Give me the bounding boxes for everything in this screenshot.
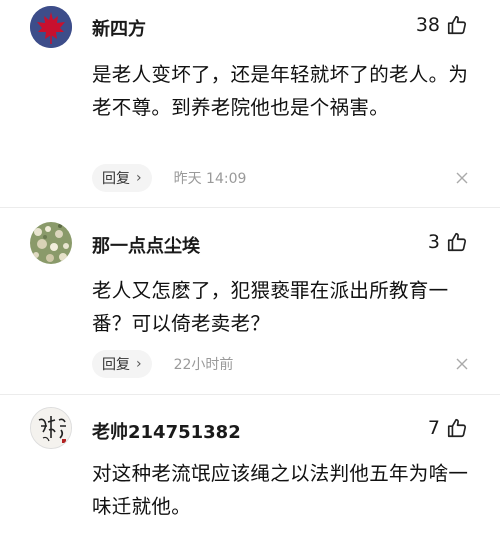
thumbs-up-icon <box>447 418 467 438</box>
close-icon[interactable] <box>456 172 468 184</box>
chevron-right-icon: › <box>136 356 142 372</box>
comment-text: 是老人变坏了，还是年轻就坏了的老人。为老不尊。到养老院他也是个祸害。 <box>92 63 469 119</box>
comment-meta: 回复 › 22小时前 <box>92 350 233 378</box>
calligraphy-icon <box>31 408 71 448</box>
timestamp: 22小时前 <box>173 357 234 373</box>
like-button[interactable]: 38 <box>416 14 468 36</box>
reply-label: 回复 <box>102 171 130 187</box>
thumbs-up-icon <box>447 15 467 35</box>
comment-text: 老人又怎麽了，犯猥亵罪在派出所教育一番？可以倚老卖老？ <box>92 279 449 335</box>
username[interactable]: 那一点点尘埃 <box>92 232 200 258</box>
comment-meta: 回复 › 昨天 14:09 <box>92 164 246 192</box>
thumbs-up-icon <box>447 232 467 252</box>
comment-item: 老帅214751382 7 对这种老流氓应该绳之以法判他五年为啥一味迁就他。 <box>0 395 500 537</box>
reply-button[interactable]: 回复 › <box>92 164 152 192</box>
like-count: 38 <box>415 14 440 36</box>
reply-button[interactable]: 回复 › <box>92 350 152 378</box>
username[interactable]: 新四方 <box>92 15 146 41</box>
like-button[interactable]: 3 <box>428 231 468 253</box>
username[interactable]: 老帅214751382 <box>92 418 241 444</box>
avatar[interactable] <box>30 222 72 264</box>
comment-item: 新四方 38 是老人变坏了，还是年轻就坏了的老人。为老不尊。到养老院他也是个祸害… <box>0 0 500 200</box>
comment-item: 那一点点尘埃 3 老人又怎麽了，犯猥亵罪在派出所教育一番？可以倚老卖老？ 回复 … <box>0 208 500 388</box>
chevron-right-icon: › <box>136 170 142 186</box>
like-count: 7 <box>427 417 440 439</box>
reply-label: 回复 <box>102 357 130 373</box>
avatar[interactable] <box>30 6 72 48</box>
maple-leaf-icon <box>30 6 72 48</box>
comment-text: 对这种老流氓应该绳之以法判他五年为啥一味迁就他。 <box>92 462 469 518</box>
like-count: 3 <box>427 231 440 253</box>
close-icon[interactable] <box>456 358 468 370</box>
avatar[interactable] <box>30 407 72 449</box>
flower-photo-icon <box>30 222 72 264</box>
like-button[interactable]: 7 <box>428 417 468 439</box>
timestamp: 昨天 14:09 <box>173 171 247 187</box>
